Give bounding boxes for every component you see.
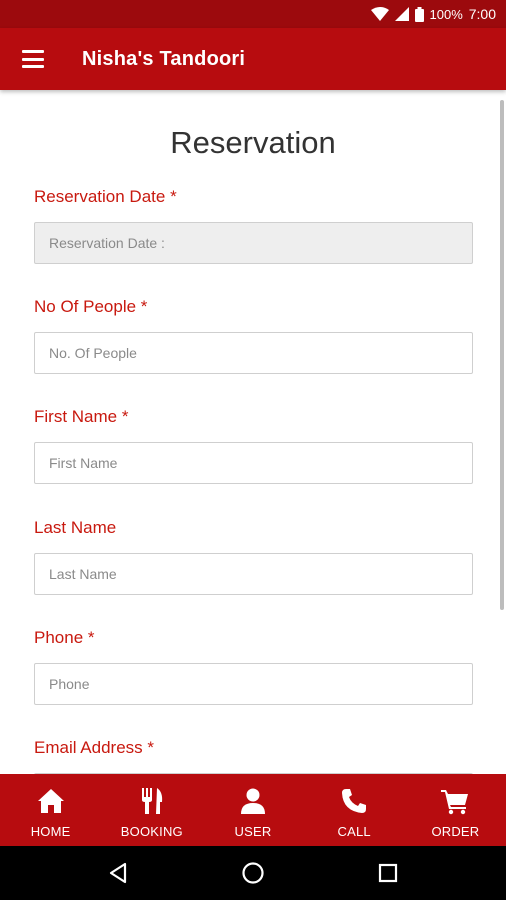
- first-name-label: First Name *: [34, 407, 129, 426]
- back-triangle-icon: [109, 862, 126, 884]
- wifi-icon: [370, 7, 389, 21]
- home-icon: [37, 788, 64, 813]
- reservation-date-field: Reservation Date *: [34, 186, 473, 264]
- nav-item-booking[interactable]: BOOKING: [101, 774, 202, 846]
- phone-label: Phone *: [34, 628, 95, 647]
- email-field: Email Address *: [34, 737, 473, 774]
- reservation-form: Reservation Reservation Date * No Of Peo…: [0, 90, 506, 774]
- scrollbar[interactable]: [500, 100, 504, 610]
- nav-item-user[interactable]: USER: [202, 774, 303, 846]
- user-icon: [241, 788, 265, 814]
- page-title: Reservation: [170, 125, 336, 160]
- battery-percentage: 100%: [429, 6, 463, 22]
- reservation-date-input[interactable]: [34, 222, 473, 264]
- nav-item-home[interactable]: HOME: [0, 774, 101, 846]
- no-of-people-field: No Of People *: [34, 296, 473, 374]
- cart-icon: [441, 789, 469, 814]
- email-label: Email Address *: [34, 738, 154, 757]
- last-name-label: Last Name: [34, 518, 117, 537]
- last-name-input[interactable]: [34, 553, 473, 595]
- first-name-input[interactable]: [34, 442, 473, 484]
- nav-label-user: USER: [234, 823, 272, 839]
- app-bar: Nisha's Tandoori: [0, 28, 506, 90]
- nav-item-order[interactable]: ORDER: [405, 774, 506, 846]
- reservation-date-label: Reservation Date *: [34, 187, 177, 206]
- status-bar: 100% 7:00: [0, 0, 506, 28]
- phone-icon: [342, 788, 367, 813]
- nav-item-call[interactable]: CALL: [304, 774, 405, 846]
- recents-button[interactable]: [368, 853, 408, 893]
- nav-label-order: ORDER: [431, 823, 480, 839]
- phone-field: Phone *: [34, 627, 473, 705]
- cutlery-icon: [141, 787, 162, 814]
- recents-square-icon: [379, 863, 398, 883]
- first-name-field: First Name *: [34, 406, 473, 484]
- hamburger-menu-icon[interactable]: [22, 50, 44, 68]
- last-name-field: Last Name: [34, 517, 473, 595]
- app-title: Nisha's Tandoori: [82, 47, 246, 70]
- nav-label-home: HOME: [30, 823, 71, 839]
- home-system-button[interactable]: [233, 853, 273, 893]
- system-navigation-bar: [0, 846, 506, 900]
- nav-label-booking: BOOKING: [120, 823, 183, 839]
- phone-input[interactable]: [34, 663, 473, 705]
- no-of-people-input[interactable]: [34, 332, 473, 374]
- no-of-people-label: No Of People *: [34, 297, 148, 316]
- back-button[interactable]: [98, 853, 138, 893]
- home-circle-icon: [242, 862, 264, 884]
- clock: 7:00: [468, 6, 496, 22]
- nav-label-call: CALL: [337, 823, 371, 839]
- bottom-navigation: HOME BOOKING USER CALL ORDER: [0, 774, 506, 846]
- cell-signal-icon: [394, 7, 409, 21]
- battery-icon: [414, 6, 424, 22]
